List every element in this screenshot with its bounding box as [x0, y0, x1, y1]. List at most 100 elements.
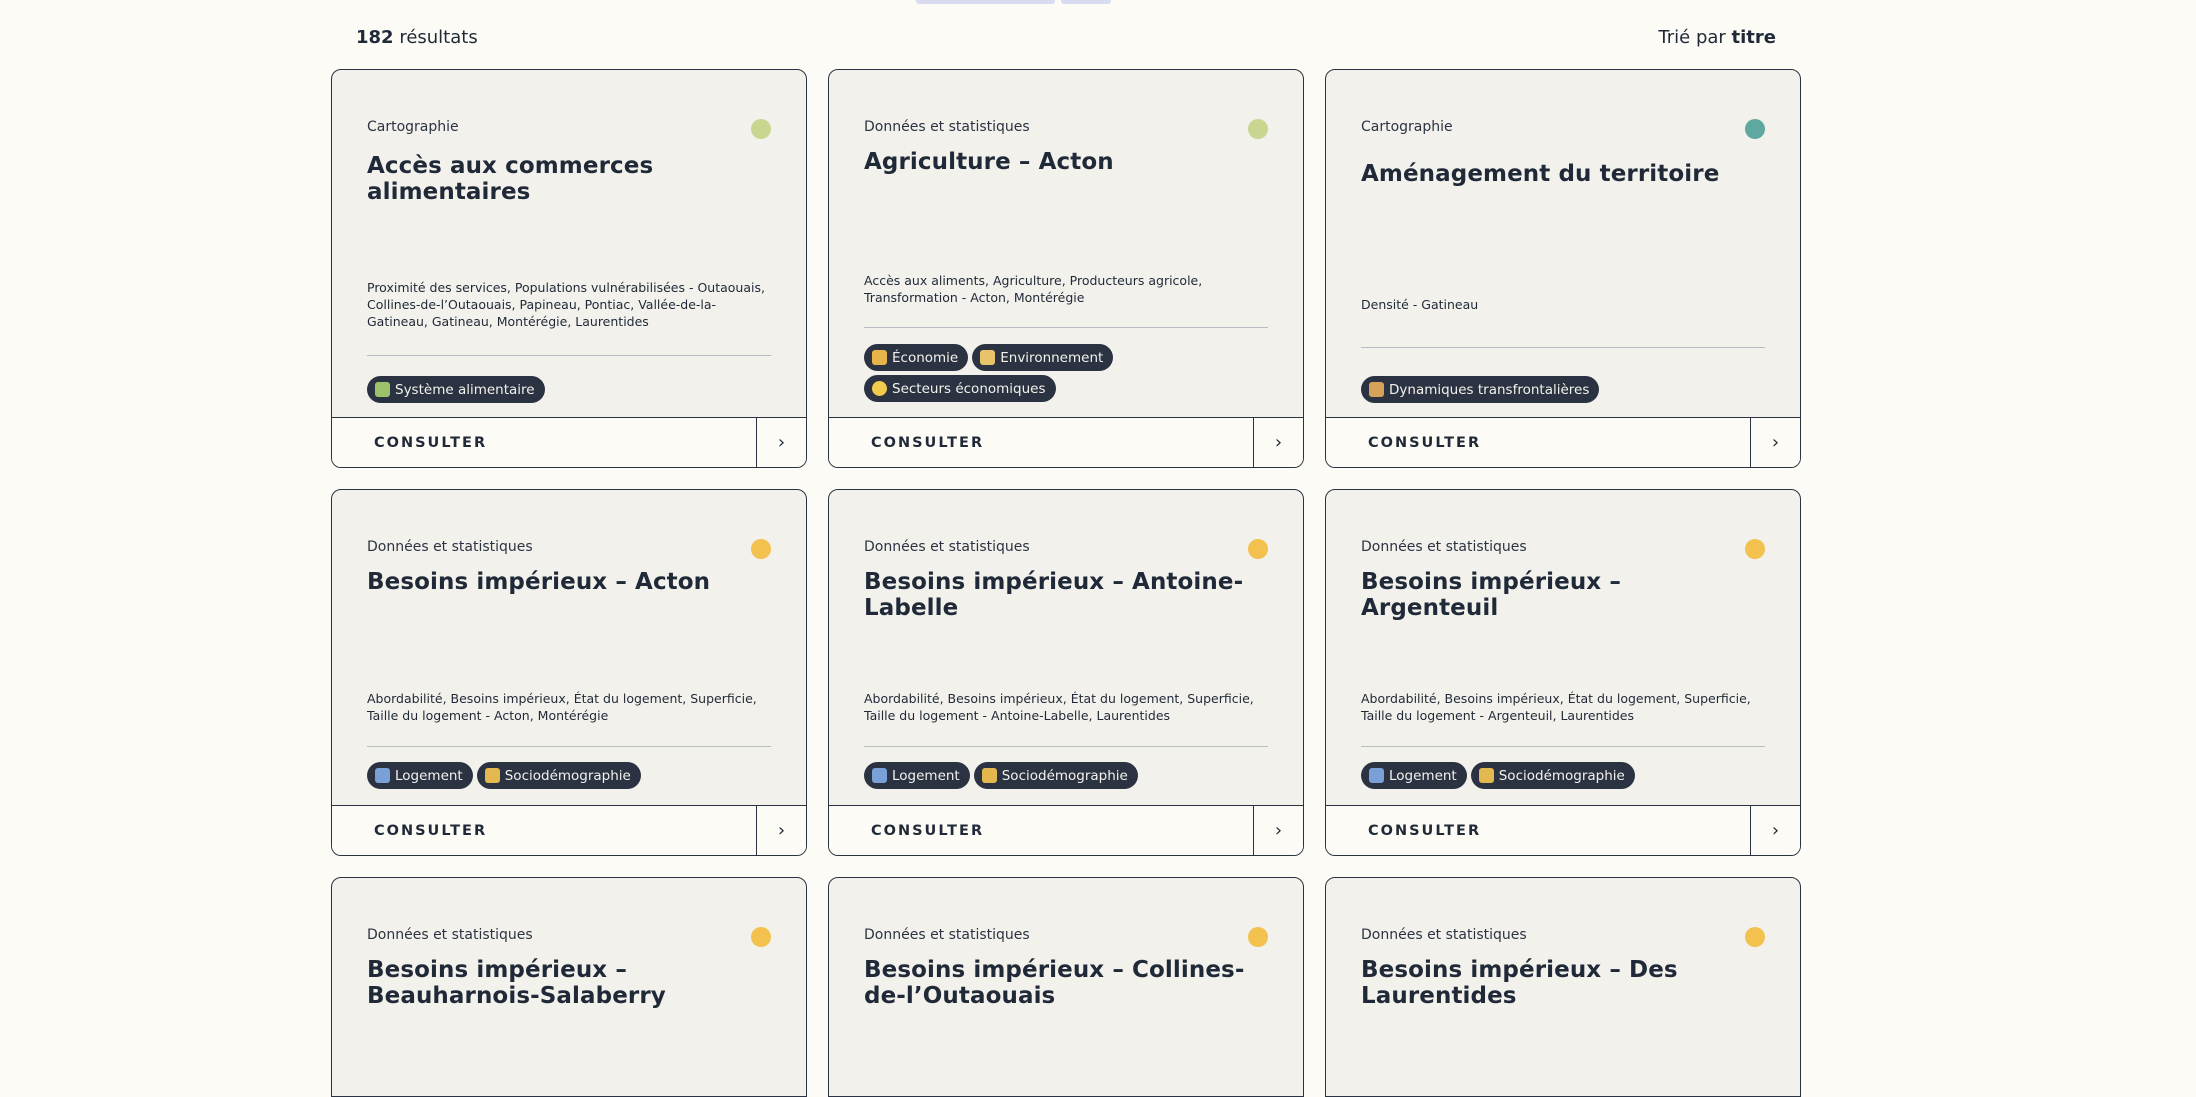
top-tab-strip [916, 0, 1111, 4]
card-title[interactable]: Besoins impérieux – Collines-de-l’Outaou… [864, 957, 1268, 1009]
card-tags: Dynamiques transfrontalières [1361, 376, 1765, 403]
tag-label: Secteurs économiques [892, 380, 1046, 397]
category-dot [751, 119, 771, 139]
result-card: Données et statistiques Besoins impérieu… [331, 489, 807, 856]
people-icon [1478, 768, 1494, 783]
consult-button[interactable]: CONSULTER [829, 418, 1253, 467]
card-type: Données et statistiques [864, 539, 1030, 555]
card-tags: Logement Sociodémographie [1361, 762, 1765, 789]
chevron-right-icon[interactable]: › [756, 806, 806, 855]
result-card: Données et statistiques Besoins impérieu… [331, 877, 807, 1097]
results-count-text: 182 résultats [356, 27, 478, 48]
consult-button[interactable]: CONSULTER [332, 806, 756, 855]
consult-button[interactable]: CONSULTER [829, 806, 1253, 855]
top-tab-indicator[interactable] [916, 0, 1055, 4]
chevron-right-icon[interactable]: › [1253, 418, 1303, 467]
card-divider [367, 355, 771, 356]
house-icon [872, 768, 887, 783]
results-count: 182 [356, 27, 394, 48]
result-card: Données et statistiques Besoins impérieu… [828, 877, 1304, 1097]
card-divider [1361, 746, 1765, 747]
chevron-right-icon[interactable]: › [1750, 806, 1800, 855]
card-title[interactable]: Aménagement du territoire [1361, 161, 1765, 187]
card-description: Abordabilité, Besoins impérieux, État du… [367, 691, 757, 723]
tag-label: Dynamiques transfrontalières [1389, 381, 1590, 398]
category-dot [1745, 119, 1765, 139]
card-tags: Économie Environnement Secteurs économiq… [864, 344, 1268, 402]
tag-chip[interactable]: Sociodémographie [973, 762, 1138, 789]
chevron-right-icon[interactable]: › [1253, 806, 1303, 855]
tag-chip[interactable]: Environnement [972, 344, 1114, 371]
tag-label: Sociodémographie [1498, 767, 1625, 784]
tag-label: Sociodémographie [1001, 767, 1128, 784]
card-description: Abordabilité, Besoins impérieux, État du… [864, 691, 1254, 723]
consult-button[interactable]: CONSULTER [1326, 418, 1750, 467]
card-type: Données et statistiques [864, 927, 1030, 943]
tag-chip[interactable]: Secteurs économiques [864, 375, 1056, 402]
tag-label: Économie [892, 349, 959, 366]
tag-chip[interactable]: Système alimentaire [367, 376, 545, 403]
category-dot [1248, 119, 1268, 139]
tag-chip[interactable]: Sociodémographie [476, 762, 641, 789]
card-tags: Logement Sociodémographie [864, 762, 1268, 789]
card-footer: CONSULTER › [829, 805, 1303, 855]
card-description: Accès aux aliments, Agriculture, Product… [864, 273, 1203, 305]
card-footer: CONSULTER › [829, 417, 1303, 467]
tag-chip[interactable]: Dynamiques transfrontalières [1361, 376, 1600, 403]
plant-icon [375, 382, 390, 397]
results-grid: Cartographie Accès aux commerces aliment… [331, 69, 1801, 1097]
card-footer: CONSULTER › [1326, 805, 1800, 855]
card-description: Abordabilité, Besoins impérieux, État du… [1361, 691, 1751, 723]
leaf-icon [980, 350, 996, 365]
tag-label: Système alimentaire [395, 381, 535, 398]
card-type: Données et statistiques [864, 119, 1030, 135]
card-footer: CONSULTER › [332, 805, 806, 855]
chevron-right-icon[interactable]: › [1750, 418, 1800, 467]
result-card: Cartographie Accès aux commerces aliment… [331, 69, 807, 468]
top-tab-indicator-small[interactable] [1061, 0, 1111, 4]
card-divider [367, 746, 771, 747]
tag-label: Environnement [1000, 349, 1104, 366]
card-title[interactable]: Agriculture – Acton [864, 149, 1268, 175]
card-type: Cartographie [367, 119, 459, 135]
sort-control[interactable]: Trié par titre [1658, 27, 1776, 48]
tag-label: Logement [892, 767, 960, 784]
tag-chip[interactable]: Logement [367, 762, 473, 789]
chevron-right-icon[interactable]: › [756, 418, 806, 467]
card-footer: CONSULTER › [1326, 417, 1800, 467]
card-tags: Logement Sociodémographie [367, 762, 771, 789]
card-title[interactable]: Besoins impérieux – Antoine-Labelle [864, 569, 1268, 621]
result-card: Données et statistiques Besoins impérieu… [828, 489, 1304, 856]
consult-button[interactable]: CONSULTER [1326, 806, 1750, 855]
tag-chip[interactable]: Logement [1361, 762, 1467, 789]
card-type: Cartographie [1361, 119, 1453, 135]
category-dot [1745, 539, 1765, 559]
result-card: Cartographie Aménagement du territoire D… [1325, 69, 1801, 468]
card-description: Proximité des services, Populations vuln… [367, 280, 765, 329]
card-tags: Système alimentaire [367, 376, 771, 403]
card-title[interactable]: Besoins impérieux – Des Laurentides [1361, 957, 1765, 1009]
tag-label: Logement [395, 767, 463, 784]
card-divider [864, 327, 1268, 328]
tag-label: Logement [1389, 767, 1457, 784]
tag-chip[interactable]: Logement [864, 762, 970, 789]
card-title[interactable]: Besoins impérieux – Beauharnois-Salaberr… [367, 957, 771, 1009]
card-type: Données et statistiques [367, 539, 533, 555]
card-title[interactable]: Accès aux commerces alimentaires [367, 153, 771, 205]
coins-icon [872, 350, 887, 365]
sort-value[interactable]: titre [1732, 27, 1776, 48]
card-description: Densité - Gatineau [1361, 297, 1479, 312]
card-type: Données et statistiques [1361, 539, 1527, 555]
people-icon [484, 768, 500, 783]
tag-chip[interactable]: Économie [864, 344, 969, 371]
result-card: Données et statistiques Agriculture – Ac… [828, 69, 1304, 468]
card-title[interactable]: Besoins impérieux – Argenteuil [1361, 569, 1765, 621]
gear-icon [872, 381, 887, 396]
results-bar: 182 résultats Trié par titre [356, 27, 1776, 48]
card-title[interactable]: Besoins impérieux – Acton [367, 569, 771, 595]
consult-button[interactable]: CONSULTER [332, 418, 756, 467]
card-type: Données et statistiques [367, 927, 533, 943]
tag-chip[interactable]: Sociodémographie [1470, 762, 1635, 789]
card-footer: CONSULTER › [332, 417, 806, 467]
sort-prefix: Trié par [1658, 27, 1726, 48]
